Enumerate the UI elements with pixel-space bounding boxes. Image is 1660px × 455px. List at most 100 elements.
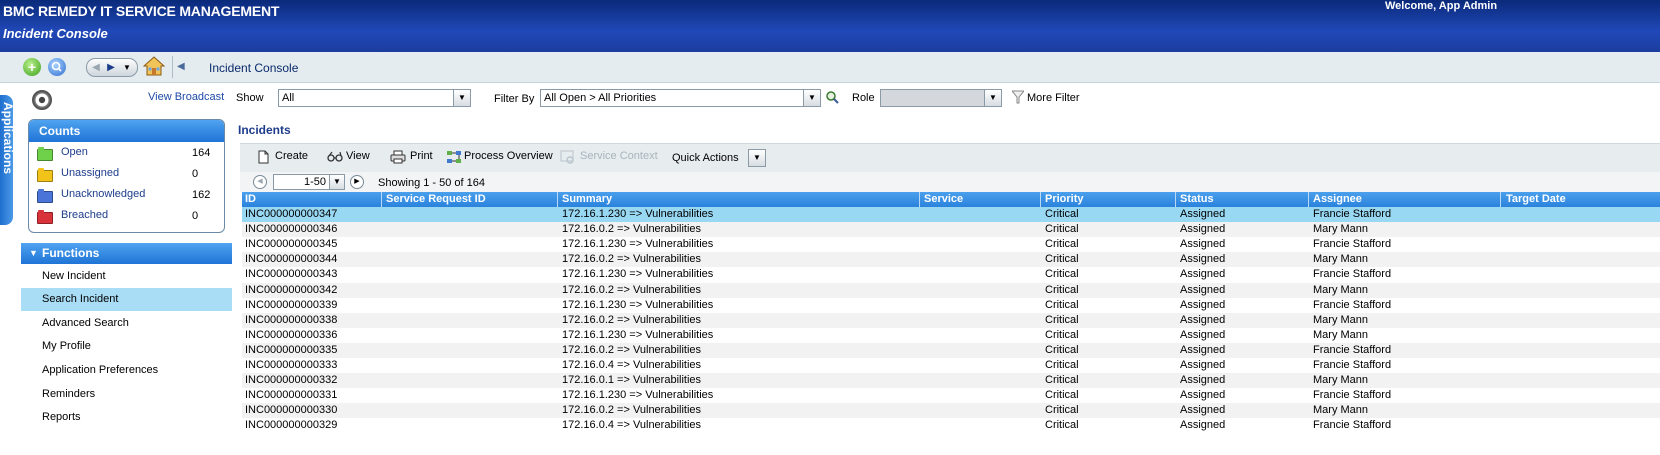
column-service-request-id[interactable]: Service Request ID xyxy=(386,193,486,205)
cell-id: INC000000000335 xyxy=(245,343,338,356)
print-button[interactable]: Print xyxy=(410,150,433,162)
column-target-date[interactable]: Target Date xyxy=(1506,193,1566,205)
chevron-down-icon[interactable]: ▼ xyxy=(803,90,820,106)
cell-priority: Critical xyxy=(1045,283,1079,296)
more-filter-link[interactable]: More Filter xyxy=(1027,92,1080,104)
home-icon[interactable] xyxy=(142,55,166,77)
function-new-incident[interactable]: New Incident xyxy=(21,265,232,288)
forward-arrow-icon[interactable]: ▶ xyxy=(104,59,118,76)
cell-assignee: Mary Mann xyxy=(1313,404,1369,417)
table-row[interactable]: INC000000000336 172.16.1.230 => Vulnerabi… xyxy=(242,328,1660,343)
cell-status: Assigned xyxy=(1180,389,1226,402)
service-context-button[interactable]: Service Context xyxy=(580,150,658,162)
cell-summary: 172.16.0.4 => Vulnerabilities xyxy=(562,419,702,432)
table-row[interactable]: INC000000000346 172.16.0.2 => Vulnerabili… xyxy=(242,222,1660,238)
new-button[interactable]: + xyxy=(23,58,41,76)
table-row[interactable]: INC000000000345 172.16.1.230 => Vulnerabi… xyxy=(242,237,1660,252)
cell-status: Assigned xyxy=(1180,298,1226,311)
history-dropdown-icon[interactable]: ▼ xyxy=(120,59,134,76)
functions-header[interactable]: ▼ Functions xyxy=(21,243,232,264)
function-application-preferences[interactable]: Application Preferences xyxy=(21,359,232,382)
count-label[interactable]: Breached xyxy=(61,209,108,221)
cell-assignee: Francie Stafford xyxy=(1313,419,1392,432)
table-row[interactable]: INC000000000329 172.16.0.4 => Vulnerabili… xyxy=(242,418,1660,433)
toolbar-divider xyxy=(172,56,173,78)
count-label[interactable]: Open xyxy=(61,146,88,158)
cell-id: INC000000000333 xyxy=(245,359,338,371)
page-range-select[interactable]: 1-50 ▼ xyxy=(273,174,345,190)
collapse-left-icon[interactable]: ◀ xyxy=(177,61,185,72)
cell-assignee: Mary Mann xyxy=(1313,374,1369,387)
quick-actions-dropdown[interactable]: ▼ xyxy=(748,149,766,167)
count-unacknowledged[interactable]: Unacknowledged 162 xyxy=(29,186,224,206)
function-advanced-search[interactable]: Advanced Search xyxy=(21,312,232,335)
table-row[interactable]: INC000000000333 172.16.0.4 => Vulnerabili… xyxy=(242,358,1660,373)
funnel-icon[interactable] xyxy=(1010,90,1026,104)
count-label[interactable]: Unacknowledged xyxy=(61,188,145,200)
glasses-icon xyxy=(327,150,344,163)
column-assignee[interactable]: Assignee xyxy=(1313,193,1362,205)
cell-status: Assigned xyxy=(1180,223,1226,236)
cell-id: INC000000000345 xyxy=(245,238,338,251)
column-status[interactable]: Status xyxy=(1180,193,1214,205)
applications-tab[interactable]: Applications xyxy=(0,95,15,225)
table-row[interactable]: INC000000000331 172.16.1.230 => Vulnerabi… xyxy=(242,388,1660,403)
view-button[interactable]: View xyxy=(346,150,370,162)
cell-assignee: Mary Mann xyxy=(1313,253,1369,266)
filter-search-icon[interactable] xyxy=(825,90,839,104)
table-row[interactable]: INC000000000344 172.16.0.2 => Vulnerabili… xyxy=(242,252,1660,268)
column-id[interactable]: ID xyxy=(245,193,256,205)
column-divider xyxy=(1500,192,1501,207)
counts-panel: Counts Open 164 Unassigned 0 Unacknowled… xyxy=(28,119,225,233)
cell-summary: 172.16.0.2 => Vulnerabilities xyxy=(562,404,702,417)
table-row[interactable]: INC000000000343 172.16.1.230 => Vulnerabi… xyxy=(242,267,1660,282)
back-arrow-icon[interactable]: ◀ xyxy=(89,59,103,76)
count-unassigned[interactable]: Unassigned 0 xyxy=(29,165,224,185)
chevron-down-icon[interactable]: ▼ xyxy=(984,90,1001,106)
filter-by-select[interactable]: All Open > All Priorities ▼ xyxy=(540,89,821,107)
filter-by-value: All Open > All Priorities xyxy=(544,92,657,104)
function-my-profile[interactable]: My Profile xyxy=(21,335,232,358)
table-row[interactable]: INC000000000332 172.16.0.1 => Vulnerabili… xyxy=(242,373,1660,389)
show-label: Show xyxy=(236,92,264,104)
app-title: BMC REMEDY IT SERVICE MANAGEMENT xyxy=(3,3,280,19)
cell-id: INC000000000338 xyxy=(245,313,338,326)
table-row[interactable]: INC000000000339 172.16.1.230 => Vulnerabi… xyxy=(242,298,1660,313)
table-row[interactable]: INC000000000347 172.16.1.230 => Vulnerabi… xyxy=(242,207,1660,222)
table-row[interactable]: INC000000000330 172.16.0.2 => Vulnerabili… xyxy=(242,403,1660,419)
column-summary[interactable]: Summary xyxy=(562,193,612,205)
cell-summary: 172.16.1.230 => Vulnerabilities xyxy=(562,328,714,341)
cell-status: Assigned xyxy=(1180,313,1226,326)
count-open[interactable]: Open 164 xyxy=(29,144,224,164)
broadcast-icon[interactable] xyxy=(32,90,52,110)
count-breached[interactable]: Breached 0 xyxy=(29,207,224,227)
next-page-icon[interactable]: ▶ xyxy=(350,175,364,189)
function-reports[interactable]: Reports xyxy=(21,406,232,429)
previous-page-icon[interactable]: ◀ xyxy=(253,175,267,189)
show-select[interactable]: All ▼ xyxy=(278,89,471,107)
function-reminders[interactable]: Reminders xyxy=(21,383,232,406)
chevron-down-icon[interactable]: ▼ xyxy=(329,175,344,189)
incidents-table-body: INC000000000347 172.16.1.230 => Vulnerabi… xyxy=(242,207,1660,455)
create-button[interactable]: Create xyxy=(275,150,308,162)
cell-id: INC000000000342 xyxy=(245,283,338,296)
role-select[interactable]: ▼ xyxy=(880,89,1002,107)
table-row[interactable]: INC000000000335 172.16.0.2 => Vulnerabili… xyxy=(242,342,1660,358)
cell-status: Assigned xyxy=(1180,268,1226,281)
chevron-down-icon: ▼ xyxy=(753,153,761,162)
table-row[interactable]: INC000000000338 172.16.0.2 => Vulnerabili… xyxy=(242,312,1660,328)
function-search-incident[interactable]: Search Incident xyxy=(21,288,232,311)
printer-icon xyxy=(390,150,406,164)
column-priority[interactable]: Priority xyxy=(1045,193,1084,205)
column-service[interactable]: Service xyxy=(924,193,963,205)
search-button[interactable] xyxy=(48,58,66,76)
view-broadcast-link[interactable]: View Broadcast xyxy=(148,91,224,103)
cell-priority: Critical xyxy=(1045,389,1079,402)
welcome-text: Welcome, App Admin xyxy=(1385,0,1498,12)
cell-status: Assigned xyxy=(1180,238,1226,251)
process-overview-button[interactable]: Process Overview xyxy=(464,150,553,162)
chevron-down-icon[interactable]: ▼ xyxy=(453,90,470,106)
cell-assignee: Francie Stafford xyxy=(1313,389,1392,402)
count-label[interactable]: Unassigned xyxy=(61,167,119,179)
table-row[interactable]: INC000000000342 172.16.0.2 => Vulnerabili… xyxy=(242,282,1660,298)
